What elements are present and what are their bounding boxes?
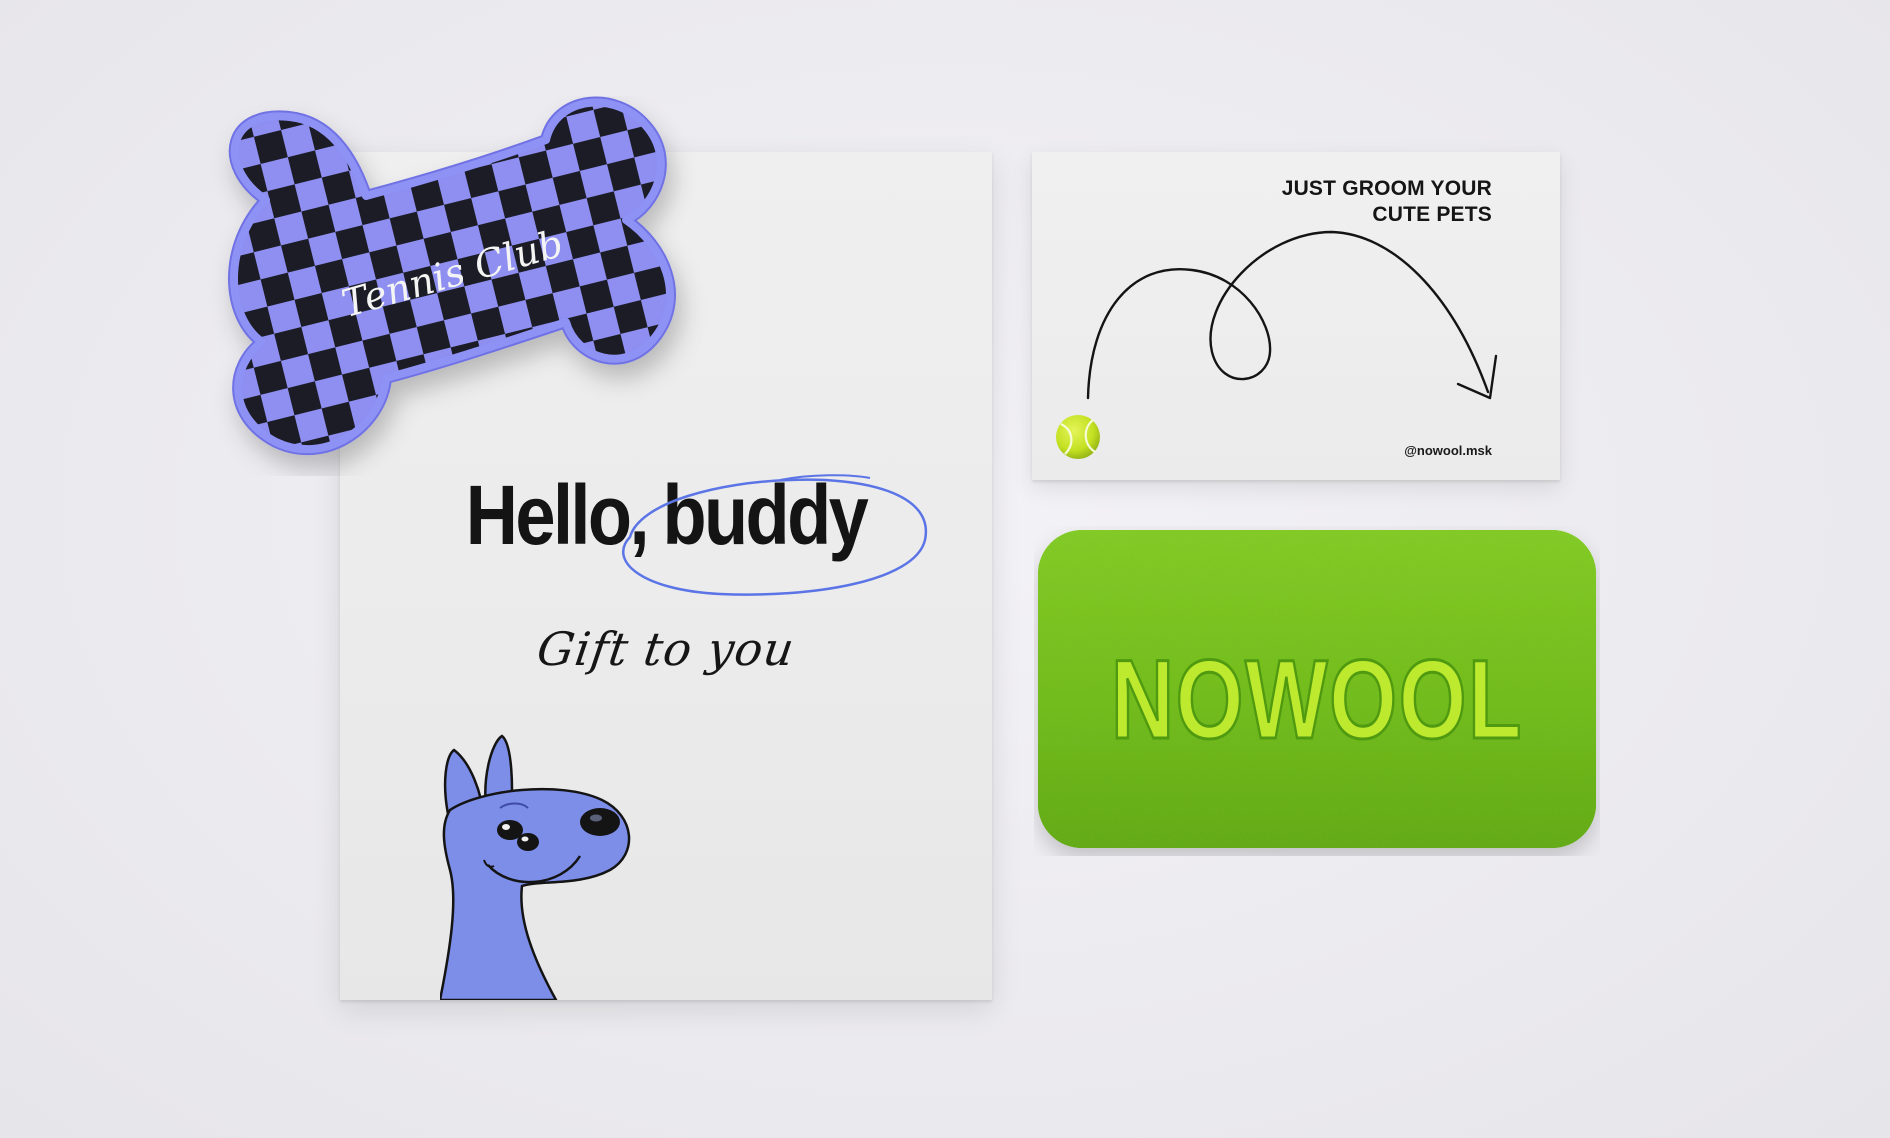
bouncing-arrow-doodle bbox=[1086, 230, 1498, 400]
checkered-bone-toy: Tennis Club bbox=[228, 96, 676, 456]
social-handle: @nowool.msk bbox=[1404, 443, 1492, 458]
nowool-logo: NOWOOL bbox=[1111, 638, 1523, 763]
grass-logo-mat: NOWOOL bbox=[1038, 530, 1596, 848]
product-mockup-scene: Hello, buddy Gift to you JUST GROOM YOUR… bbox=[0, 0, 1890, 1138]
business-card: JUST GROOM YOUR CUTE PETS @nowool.msk bbox=[1032, 152, 1560, 480]
dog-illustration bbox=[440, 734, 631, 1000]
tennis-ball-icon bbox=[1056, 415, 1100, 459]
gift-to-you-script: Gift to you bbox=[533, 622, 799, 676]
